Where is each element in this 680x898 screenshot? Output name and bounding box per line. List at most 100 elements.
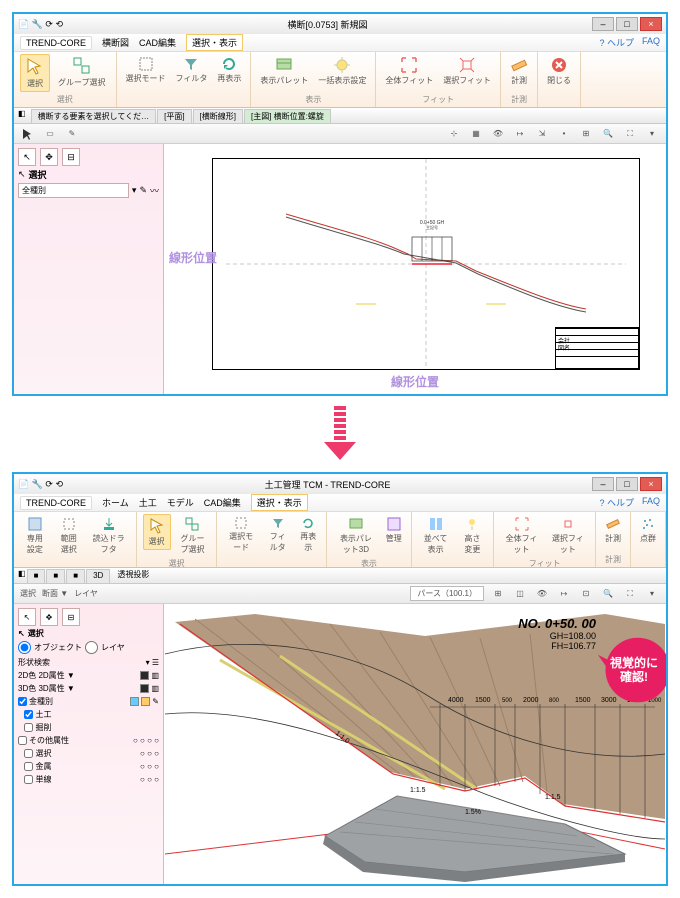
settings-button[interactable]: 専用設定 xyxy=(20,514,50,557)
bulk-display-button[interactable]: 一括表示設定 xyxy=(315,54,369,88)
faq-link[interactable]: FAQ xyxy=(642,36,660,49)
tree-row[interactable]: 形状検索▾ ☰ xyxy=(18,656,159,669)
drawing-canvas[interactable]: 0.0+50 GH 主記号 線形位置 会社図名 線形位置 xyxy=(164,144,666,394)
zoom-icon[interactable]: 🔍 xyxy=(600,586,616,602)
close-ribbon-button[interactable]: 閉じる xyxy=(544,54,574,88)
tile-button[interactable]: 並べて表示 xyxy=(418,514,454,557)
subtab[interactable]: レイヤ xyxy=(74,588,98,599)
tool-icon[interactable]: ↦ xyxy=(556,586,572,602)
pointcloud-button[interactable]: 点群 xyxy=(637,514,659,546)
tree-row[interactable]: 2D色 2D属性 ▼ ▥ xyxy=(18,669,159,682)
help-link[interactable]: ? ヘルプ xyxy=(599,36,634,49)
menu-item[interactable]: 横断図 xyxy=(102,36,129,49)
fit-icon[interactable]: ⛶ xyxy=(622,586,638,602)
tool-icon[interactable]: ▾ xyxy=(644,126,660,142)
faq-link[interactable]: FAQ xyxy=(642,496,660,509)
tree-row[interactable]: 単線○ ○ ○ xyxy=(18,773,159,786)
toggle-row[interactable]: オブジェクト レイヤ xyxy=(18,641,159,654)
measure-button[interactable]: 計測 xyxy=(602,514,624,546)
pan-icon[interactable]: ✥ xyxy=(40,148,58,166)
doctab[interactable]: [横断線形] xyxy=(193,109,243,123)
tool-icon[interactable]: ◫ xyxy=(512,586,528,602)
palette3d-button[interactable]: 表示パレット3D xyxy=(333,514,379,557)
menu-item-active[interactable]: 選択・表示 xyxy=(186,34,243,51)
tree-row[interactable]: その他属性○ ○ ○ ○ xyxy=(18,734,159,747)
menu-item[interactable]: CAD編集 xyxy=(139,36,176,49)
doctab[interactable]: ■ xyxy=(46,569,65,583)
select-mode-button[interactable]: 選択モード xyxy=(223,514,259,555)
menu-item[interactable]: ホーム xyxy=(102,496,129,509)
fit-select-button[interactable]: 選択フィット xyxy=(547,514,589,557)
refresh-button[interactable]: 再表示 xyxy=(296,514,320,555)
menu-item-active[interactable]: 選択・表示 xyxy=(251,494,308,511)
cursor-tool-icon[interactable] xyxy=(20,126,36,142)
group-select-button[interactable]: グループ選択 xyxy=(54,54,110,90)
doctab[interactable]: ■ xyxy=(27,569,46,583)
help-link[interactable]: ? ヘルプ xyxy=(599,496,634,509)
cursor-icon[interactable]: ↖ xyxy=(18,148,36,166)
type-dropdown[interactable]: 全種別 xyxy=(18,183,129,198)
arrow-icon[interactable]: ↦ xyxy=(512,126,528,142)
fit-all-button[interactable]: 全体フィット xyxy=(382,54,436,88)
fit-select-button[interactable]: 選択フィット xyxy=(440,54,494,88)
max-button[interactable]: □ xyxy=(616,17,638,31)
close-button[interactable]: × xyxy=(640,477,662,491)
3d-viewport[interactable]: 4000 1500 500 2000 800 1500 3000 1000 10… xyxy=(164,604,666,884)
tool-icon[interactable]: ⊞ xyxy=(490,586,506,602)
tree-row[interactable]: 金属○ ○ ○ xyxy=(18,760,159,773)
menu-item[interactable]: 土工 xyxy=(139,496,157,509)
clear-icon[interactable]: 〰 xyxy=(150,184,159,197)
manage-button[interactable]: 管理 xyxy=(383,514,405,546)
filter-button[interactable]: フィルタ xyxy=(173,54,211,86)
max-button[interactable]: □ xyxy=(616,477,638,491)
menu-item[interactable]: モデル xyxy=(167,496,194,509)
tree-row[interactable]: 選択○ ○ ○ xyxy=(18,747,159,760)
object-radio[interactable] xyxy=(18,641,31,654)
tree-row[interactable]: 金種別✎ xyxy=(18,695,159,708)
menu-item[interactable]: CAD編集 xyxy=(204,496,241,509)
dropdown-arrow-icon[interactable]: ▾ xyxy=(132,185,137,196)
tool-icon[interactable]: ⊡ xyxy=(578,586,594,602)
import-button[interactable]: 読込ドラフタ xyxy=(88,514,130,557)
tree-row[interactable]: 掘削 xyxy=(18,721,159,734)
tool-icon[interactable]: • xyxy=(556,126,572,142)
height-button[interactable]: 高さ変更 xyxy=(457,514,487,557)
toggle-icon[interactable]: ⊟ xyxy=(62,608,80,626)
filter-button[interactable]: フィルタ xyxy=(263,514,292,555)
group-select-button[interactable]: グループ選択 xyxy=(175,514,211,557)
measure-button[interactable]: 計測 xyxy=(507,54,531,88)
subtab[interactable]: 断面 ▼ xyxy=(42,588,68,599)
pan-icon[interactable]: ✥ xyxy=(40,608,58,626)
tool-icon[interactable]: ▾ xyxy=(644,586,660,602)
refresh-button[interactable]: 再表示 xyxy=(214,54,244,86)
select-button[interactable]: 選択 xyxy=(143,514,171,550)
eye-icon[interactable]: 👁 xyxy=(534,586,550,602)
range-button[interactable]: 範囲選択 xyxy=(54,514,84,557)
doctab-active[interactable]: [主図] 横断位置:螺旋 xyxy=(244,109,331,123)
product-tab[interactable]: TREND-CORE xyxy=(20,496,92,510)
min-button[interactable]: – xyxy=(592,477,614,491)
product-tab[interactable]: TREND-CORE xyxy=(20,36,92,50)
select-mode-button[interactable]: 選択モード xyxy=(123,54,169,86)
close-button[interactable]: × xyxy=(640,17,662,31)
tree-row[interactable]: 土工 xyxy=(18,708,159,721)
tab-nav-icon[interactable]: ◧ xyxy=(18,569,26,583)
select-button[interactable]: 選択 xyxy=(20,54,50,92)
pen-tool-icon[interactable]: ✎ xyxy=(64,126,80,142)
ortho-icon[interactable]: ⇲ xyxy=(534,126,550,142)
tree-row[interactable]: 3D色 3D属性 ▼ ▥ xyxy=(18,682,159,695)
subtab[interactable]: 選択 xyxy=(20,588,36,599)
eye-icon[interactable]: 👁 xyxy=(490,126,506,142)
display-palette-button[interactable]: 表示パレット xyxy=(257,54,311,88)
fit-icon[interactable]: ⛶ xyxy=(622,126,638,142)
doctab[interactable]: 横断する要素を選択してくだ… xyxy=(31,109,157,123)
tool-icon[interactable]: ⊞ xyxy=(578,126,594,142)
toggle-icon[interactable]: ⊟ xyxy=(62,148,80,166)
tab-nav-icon[interactable]: ◧ xyxy=(18,109,26,123)
doctab[interactable]: ■ xyxy=(66,569,85,583)
pen-icon[interactable]: ✎ xyxy=(139,185,147,196)
min-button[interactable]: – xyxy=(592,17,614,31)
cursor-icon[interactable]: ↖ xyxy=(18,608,36,626)
doctab[interactable]: 3D xyxy=(86,569,110,583)
fit-all-button[interactable]: 全体フィット xyxy=(500,514,542,557)
